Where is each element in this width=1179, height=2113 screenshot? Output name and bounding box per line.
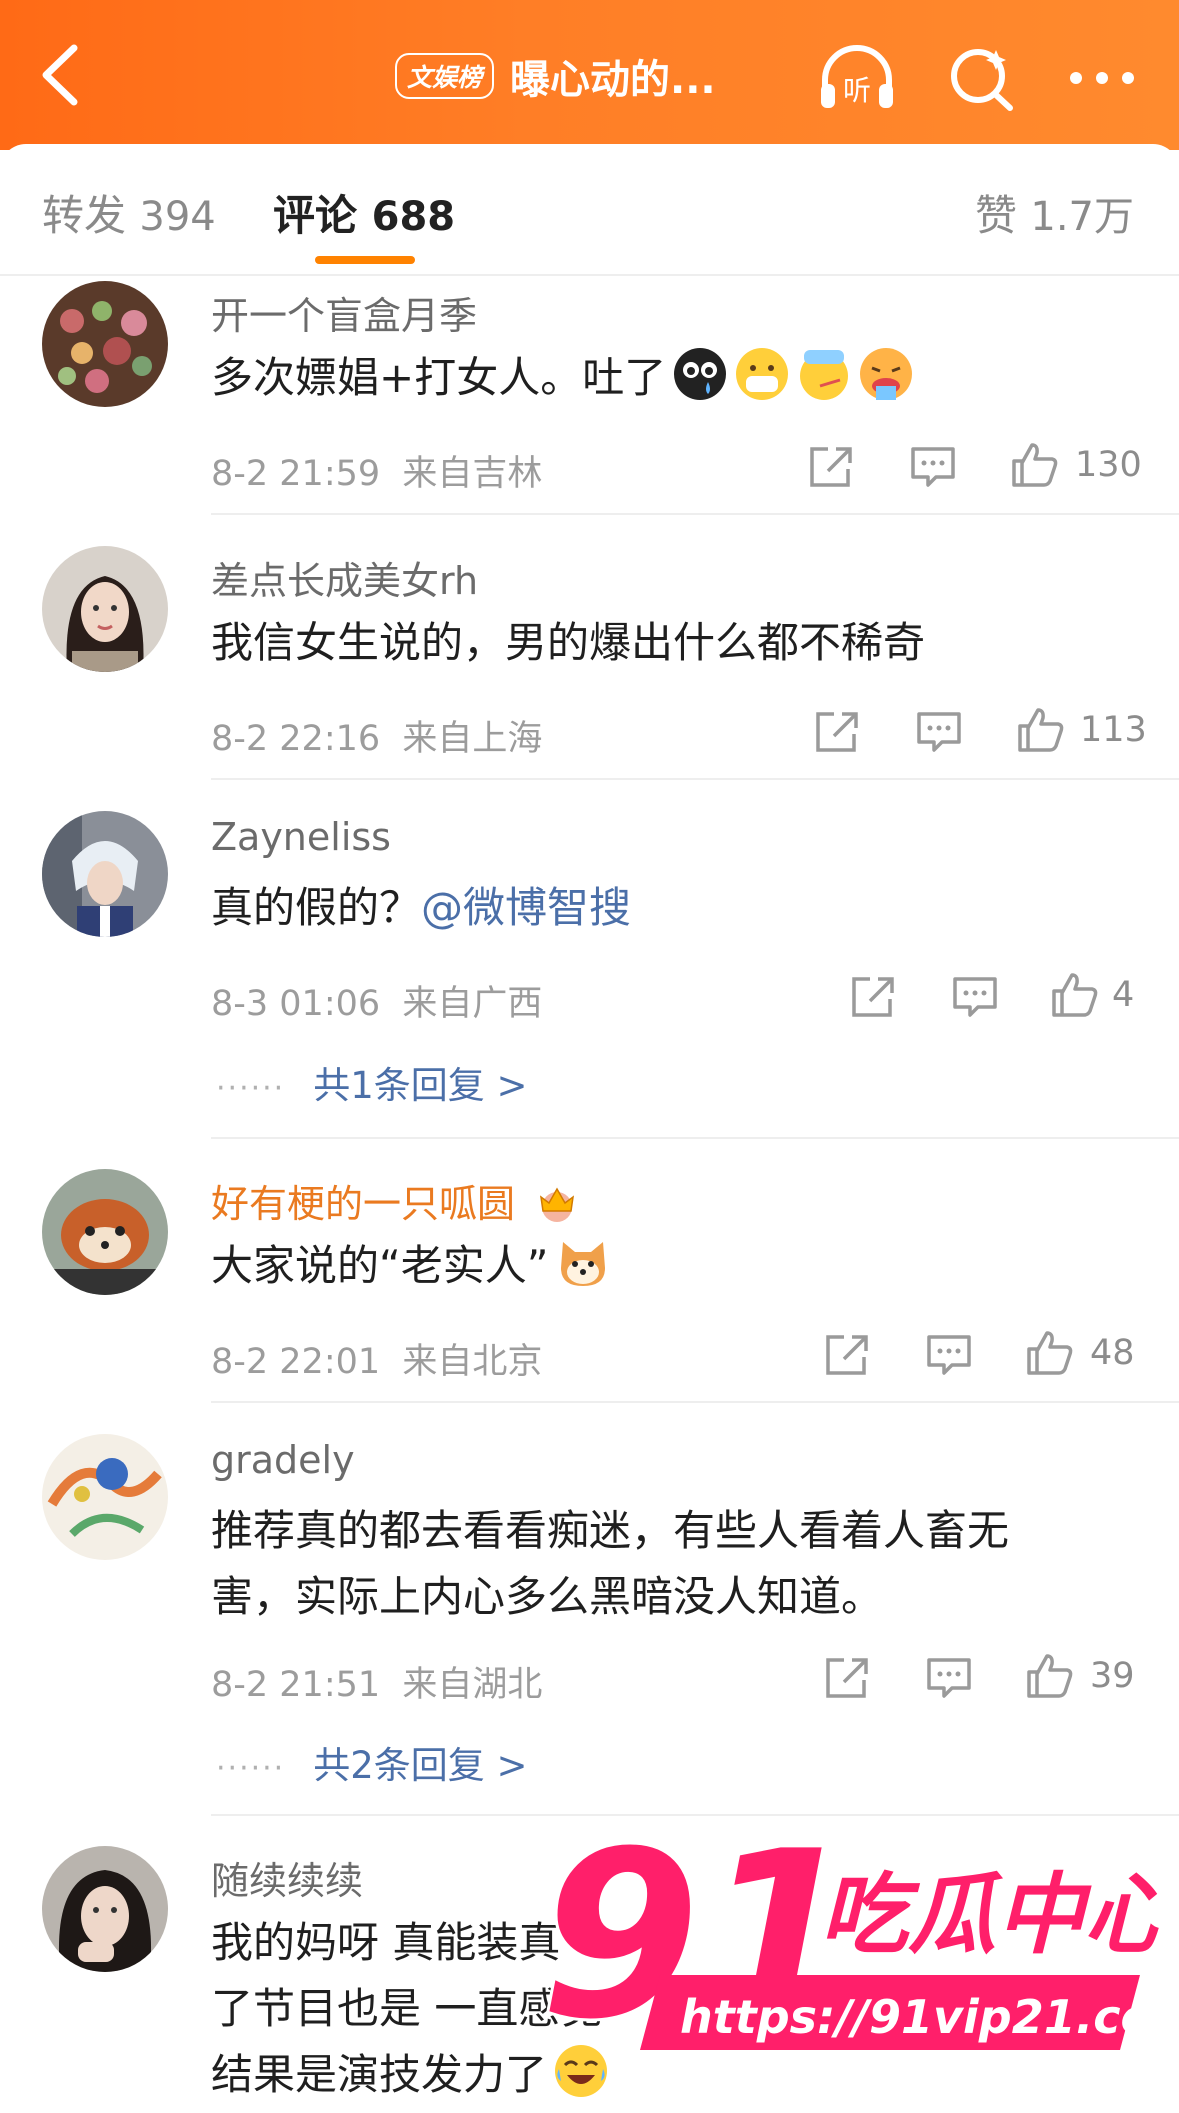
- comment-time: 8-2 22:01: [211, 1342, 381, 1382]
- reply-dots: ······: [216, 1751, 286, 1786]
- comment-meta: 8-3 01:06 来自广西: [211, 975, 542, 1026]
- page-title: 文娱榜 曝心动的...: [395, 48, 716, 104]
- title-badge: 文娱榜: [395, 53, 495, 99]
- like-count: 130: [1075, 445, 1142, 485]
- comment-text-content: 大家说的“老实人”: [211, 1241, 549, 1290]
- tab-active-indicator: [315, 256, 415, 264]
- crown-badge-icon: [540, 1187, 575, 1222]
- comment-meta: 8-2 21:59 来自吉林: [211, 445, 542, 496]
- comment-location: 来自湖北: [402, 1665, 543, 1705]
- reply-count-text: 共1条回复 >: [313, 1064, 528, 1107]
- tab-comment[interactable]: 评论 688: [273, 182, 455, 243]
- comment-text: 我信女生说的，男的爆出什么都不稀奇: [211, 618, 926, 667]
- emoji-sick-icon: [800, 350, 849, 400]
- username[interactable]: gradely: [211, 1438, 355, 1482]
- username[interactable]: 随续续续: [211, 1850, 363, 1905]
- comment-time: 8-2 21:59: [211, 454, 381, 494]
- comment-icon[interactable]: [924, 1331, 974, 1379]
- tab-like[interactable]: 赞 1.7万: [975, 182, 1134, 243]
- avatar[interactable]: [42, 546, 168, 672]
- divider: [211, 513, 1179, 515]
- comment-text: 真的假的？@微博智搜: [211, 875, 631, 941]
- comment-icon[interactable]: [914, 708, 964, 756]
- tab-repost-label: 转发: [42, 191, 127, 240]
- tab-like-label: 赞: [975, 191, 1018, 240]
- comment-time: 8-3 01:06: [211, 984, 381, 1024]
- emoji-mask-icon: [736, 348, 789, 400]
- divider: [211, 778, 1179, 780]
- avatar[interactable]: [42, 281, 168, 407]
- share-icon[interactable]: [822, 1331, 872, 1379]
- like-count: 113: [1080, 710, 1147, 750]
- tab-comment-count: 688: [371, 194, 456, 240]
- view-replies-link[interactable]: ······ 共1条回复 >: [216, 1055, 528, 1109]
- title-text: 曝心动的...: [510, 57, 716, 103]
- mention-link[interactable]: @微博智搜: [421, 883, 631, 932]
- like-icon[interactable]: [1025, 1652, 1075, 1700]
- username[interactable]: 好有梗的一只呱圆: [211, 1173, 579, 1228]
- reply-dots: ······: [216, 1071, 286, 1106]
- avatar[interactable]: [42, 1434, 168, 1560]
- like-icon[interactable]: [1050, 971, 1100, 1019]
- back-icon[interactable]: [32, 40, 92, 110]
- tab-bar: 转发 394 评论 688 赞 1.7万: [0, 144, 1179, 276]
- comment-time: 8-2 22:16: [211, 719, 381, 759]
- tab-like-count: 1.7万: [1030, 194, 1134, 240]
- watermark-url: https://91vip21.com: [680, 1990, 1160, 2044]
- more-icon[interactable]: [1060, 40, 1144, 116]
- comment-text-content: 多次嫖娼+打女人。吐了: [211, 353, 667, 402]
- like-count: 4: [1112, 975, 1135, 1015]
- emoji-dark-face-icon: [674, 348, 727, 400]
- comment-text-line: 害，实际上内心多么黑暗没人知道。: [211, 1572, 884, 1621]
- watermark-logo: 91 吃瓜中心 https://91vip21.com: [537, 1800, 1179, 2085]
- username[interactable]: 开一个盲盒月季: [211, 285, 477, 340]
- emoji-shiba-icon: [560, 1242, 605, 1286]
- search-icon[interactable]: [940, 40, 1024, 116]
- divider: [211, 1137, 1179, 1139]
- listen-icon[interactable]: 听: [815, 40, 899, 116]
- username-text: 好有梗的一只呱圆: [211, 1182, 516, 1226]
- comment-icon[interactable]: [950, 973, 1000, 1021]
- comment-location: 来自吉林: [402, 454, 543, 494]
- like-icon[interactable]: [1010, 441, 1060, 489]
- listen-label: 听: [843, 74, 871, 107]
- share-icon[interactable]: [812, 708, 862, 756]
- share-icon[interactable]: [822, 1654, 872, 1702]
- like-count: 39: [1090, 1656, 1135, 1696]
- emoji-vomit-icon: [860, 348, 913, 400]
- tab-comment-label: 评论: [273, 191, 358, 240]
- comment-icon[interactable]: [924, 1654, 974, 1702]
- comment-location: 来自广西: [402, 984, 543, 1024]
- reply-count-text: 共2条回复 >: [313, 1744, 528, 1787]
- comment-meta: 8-2 22:16 来自上海: [211, 710, 542, 761]
- share-icon[interactable]: [848, 973, 898, 1021]
- comment-time: 8-2 21:51: [211, 1665, 381, 1705]
- view-replies-link[interactable]: ······ 共2条回复 >: [216, 1735, 528, 1789]
- comment-text-content: 结果是演技发力了: [211, 2050, 548, 2099]
- comment-icon[interactable]: [908, 443, 958, 491]
- avatar[interactable]: [42, 1846, 168, 1972]
- share-icon[interactable]: [806, 443, 856, 491]
- like-icon[interactable]: [1016, 706, 1066, 754]
- tab-repost-count: 394: [139, 194, 216, 240]
- avatar[interactable]: [42, 811, 168, 937]
- divider: [211, 1401, 1179, 1403]
- like-count: 48: [1090, 1333, 1135, 1373]
- comment-location: 来自上海: [402, 719, 543, 759]
- username[interactable]: 差点长成美女rh: [211, 550, 478, 605]
- username[interactable]: Zayneliss: [211, 815, 391, 859]
- comment-text: 多次嫖娼+打女人。吐了: [211, 345, 914, 411]
- comment-location: 来自北京: [402, 1342, 543, 1382]
- comment-meta: 8-2 21:51 来自湖北: [211, 1656, 542, 1707]
- comment-text: 大家说的“老实人”: [211, 1233, 611, 1299]
- comment-meta: 8-2 22:01 来自北京: [211, 1333, 542, 1384]
- comment-text-line: 推荐真的都去看看痴迷，有些人看着人畜无: [211, 1506, 1010, 1555]
- avatar[interactable]: [42, 1169, 168, 1295]
- watermark-brand-text: 吃瓜中心: [820, 1863, 1160, 1966]
- comment-text-line: 我的妈呀 真能装真: [211, 1918, 561, 1967]
- tab-repost[interactable]: 转发 394: [42, 182, 216, 243]
- comment-text-content: 真的假的？: [211, 883, 422, 932]
- like-icon[interactable]: [1025, 1329, 1075, 1377]
- top-bar: 文娱榜 曝心动的... 听: [0, 0, 1179, 150]
